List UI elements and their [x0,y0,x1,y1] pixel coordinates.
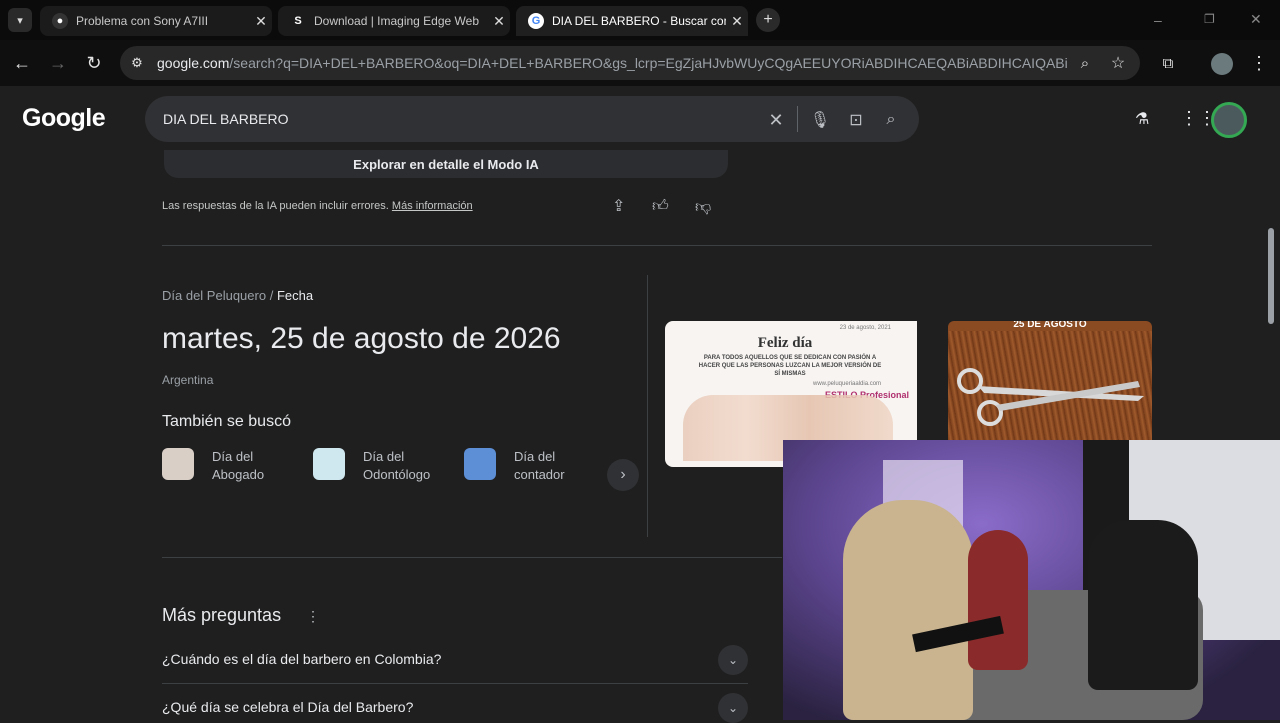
thumbs-up-icon[interactable]: 👍︎ [652,197,669,216]
ai-disclaimer: Las respuestas de la IA pueden incluir e… [162,200,473,212]
answer-country: Argentina [162,373,214,387]
related-item-odontologo[interactable]: Día del Odontólogo [313,448,443,484]
breadcrumb-current: Fecha [276,288,314,303]
new-tab-button[interactable]: + [756,8,780,32]
close-window-icon[interactable]: ✕ [1250,11,1262,28]
url-text[interactable]: google.com/search?q=DIA+DEL+BARBERO&oq=D… [157,55,1067,71]
github-icon: ● [52,13,68,29]
more-options-icon[interactable]: ⋮ [306,608,320,625]
reload-icon[interactable]: ↻ [81,50,107,76]
related-thumbnail [464,448,496,480]
profile-avatar[interactable] [1211,53,1233,75]
tab-title: Download | Imaging Edge Web [314,14,479,28]
person-left [843,500,973,720]
more-questions-title: Más preguntas [162,605,282,625]
back-icon[interactable]: ← [9,50,35,76]
minimize-icon[interactable]: – [1154,12,1162,28]
maximize-icon[interactable]: ❐ [1204,12,1215,26]
divider [162,245,1152,246]
question-item[interactable]: ¿Cuándo es el día del barbero en Colombi… [162,651,441,667]
related-item-abogado[interactable]: Día del Abogado [162,448,292,484]
tab-title: Problema con Sony A7III [76,14,209,28]
labs-flask-icon[interactable]: ⚗ [1135,109,1149,129]
url-host: google.com [157,55,230,71]
vertical-divider [647,275,648,537]
related-thumbnail [313,448,345,480]
close-tab-icon[interactable]: ✕ [250,13,272,30]
tab-title: DIA DEL BARBERO - Buscar con Google [552,14,726,28]
answer-date: martes, 25 de agosto de 2026 [162,322,561,355]
google-logo[interactable]: Google [22,104,106,133]
zoom-icon[interactable]: ⌕ [1072,50,1098,76]
lens-icon[interactable]: ⊡ [844,108,868,132]
s-icon: S [294,15,302,27]
breadcrumb-parent[interactable]: Día del Peluquero [162,288,266,303]
image-caption: 25 DE AGOSTO [1013,321,1087,330]
close-tab-icon[interactable]: ✕ [726,13,748,30]
related-label: Día del contador [514,449,565,482]
image-body: PARA TODOS AQUELLOS QUE SE DEDICAN CON P… [698,355,882,377]
page-scrollbar[interactable] [1268,228,1274,324]
chevron-down-icon[interactable]: ⌄ [718,693,748,723]
forward-icon[interactable]: → [45,50,71,76]
tab-problema-sony[interactable]: ● Problema con Sony A7III ✕ [40,6,272,36]
tab-strip: ▾ ● Problema con Sony A7III ✕ S Download… [0,0,1280,40]
thumbs-down-icon[interactable]: 👎︎ [695,198,711,217]
site-info-icon[interactable]: ⚙ [124,50,150,76]
scissors-icon [957,368,1144,426]
person-right [1088,520,1198,690]
search-divider [797,106,798,132]
url-path: /search?q=DIA+DEL+BARBERO&oq=DIA+DEL+BAR… [229,55,1067,71]
ai-disclaimer-text: Las respuestas de la IA pueden incluir e… [162,200,389,212]
related-label: Día del Abogado [212,449,265,482]
close-tab-icon[interactable]: ✕ [488,13,510,30]
bookmark-star-icon[interactable]: ☆ [1105,50,1131,76]
related-thumbnail [162,448,194,480]
menu-icon[interactable]: ⋮ [1246,50,1272,76]
person-middle [968,530,1028,670]
more-info-link[interactable]: Más información [392,200,473,212]
related-label: Día del Odontólogo [363,449,431,482]
question-item[interactable]: ¿Qué día se celebra el Día del Barbero? [162,699,413,715]
related-item-contador[interactable]: Día del contador [464,448,594,484]
tab-dia-del-barbero[interactable]: G DIA DEL BARBERO - Buscar con Google ✕ [516,6,748,36]
extensions-icon[interactable]: ⧉ [1155,50,1181,76]
breadcrumb: Día del Peluquero / Fecha [162,288,313,303]
tab-search-button[interactable]: ▾ [8,8,32,32]
explore-ai-mode-button[interactable]: Explorar en detalle el Modo IA [164,150,728,178]
divider [162,683,748,684]
google-icon: G [528,13,544,29]
image-date: 23 de agosto, 2021 [839,325,891,331]
microphone-icon[interactable]: 🎙 [808,108,832,132]
account-avatar[interactable] [1211,102,1247,138]
webcam-overlay [783,440,1280,720]
scissors-image[interactable]: 25 DE AGOSTO [948,321,1152,441]
also-searched-title: También se buscó [162,413,291,430]
chevron-down-icon[interactable]: ⌄ [718,645,748,675]
divider [162,557,782,558]
search-query[interactable]: DIA DEL BARBERO [163,111,289,127]
share-icon[interactable]: ⇪ [612,196,625,216]
breadcrumb-separator: / [269,288,274,303]
chevron-right-icon[interactable]: › [607,459,639,491]
search-icon[interactable]: ⌕ [879,108,903,132]
clear-search-icon[interactable]: ✕ [764,108,788,132]
image-title: Feliz día [757,335,813,351]
tab-imaging-edge[interactable]: S Download | Imaging Edge Web ✕ [278,6,510,36]
image-site: www.peluqueriaaldia.com [813,381,882,387]
